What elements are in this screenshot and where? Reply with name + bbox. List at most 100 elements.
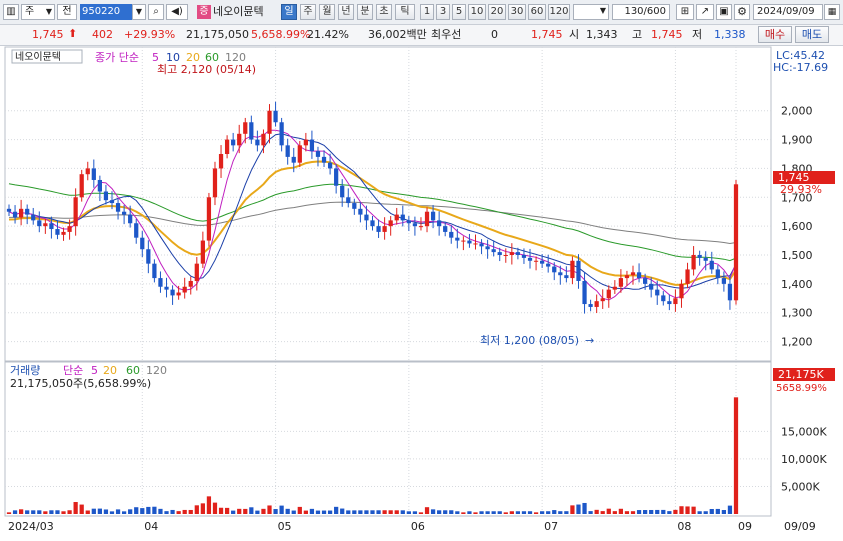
volume-bar [612,511,617,514]
save-icon[interactable]: ▣ [716,4,732,20]
candle-body [491,249,496,253]
volume-bar [424,507,430,514]
candle-body [128,214,133,224]
candle-body [91,168,96,180]
stock-chart[interactable]: 2,0001,9001,8001,7001,6001,5001,4001,300… [0,46,843,541]
date-input[interactable]: 2024/09/09 [753,4,823,20]
volume-bar [709,508,714,514]
volume-bar [703,511,708,514]
volume-bar [691,506,696,514]
candle-body [376,226,381,232]
volume-bar [388,510,393,514]
orderbook-qty: 0 [491,28,498,41]
minute-option-1[interactable]: 1 [420,4,434,20]
volume-bar [346,510,351,514]
volume-last-tag: 21,175K [778,368,824,381]
volume-bar [255,510,260,514]
volume-bar [194,505,199,514]
candle-body [437,220,442,227]
volume-bar [303,510,308,514]
candle-body [497,252,502,255]
candle-body [73,197,78,227]
candle-body [394,214,399,221]
settings-grid-icon[interactable]: ⊞ [676,4,694,20]
candle-body [588,304,593,307]
type-select-value: 주 [25,6,35,17]
prev-label: 전 [62,6,72,17]
candle-body [79,174,84,198]
chart-window-icon[interactable]: ▥ [3,4,19,20]
volume-bar [376,510,381,514]
minute-option-5[interactable]: 5 [452,4,466,20]
minute-option-30[interactable]: 30 [508,4,526,20]
candle-body [243,122,248,134]
open-price: 1,343 [586,28,618,41]
candle-body [103,191,109,201]
chart-stock-name: 네오이뮨텍 [15,51,61,63]
period-minute-button[interactable]: 분 [357,4,373,20]
speaker-icon[interactable]: ◀) [166,4,188,20]
period-day-button[interactable]: 일 [281,4,297,20]
volume-bar [358,510,363,514]
period-month-button[interactable]: 월 [319,4,335,20]
candle-body [115,203,121,212]
volume-bar [97,508,102,514]
candle-body [146,249,151,264]
volume-bar [297,506,302,514]
volume-bar [73,502,78,514]
calendar-icon[interactable]: ▦ [824,4,840,20]
minute-option-3[interactable]: 3 [436,4,450,20]
volume-bar [55,510,60,514]
candle-body [358,208,363,215]
volume-bar [406,511,411,514]
volume-bar [630,511,636,514]
period-year-button[interactable]: 년 [338,4,354,20]
sell-button[interactable]: 매도 [795,26,829,43]
minute-option-60[interactable]: 60 [528,4,546,20]
minute-option-120[interactable]: 120 [548,4,570,20]
volume-bar [727,505,733,514]
candle-body [109,200,115,204]
minute-option-10[interactable]: 10 [468,4,486,20]
draw-tool-icon[interactable]: ↗ [696,4,714,20]
candle-body [61,231,66,235]
period-tick-button[interactable]: 틱 [395,4,415,20]
interval-select[interactable]: ▼ [573,4,609,20]
candle-body [285,145,290,157]
prev-select[interactable]: 전 [57,4,77,20]
stock-code-input[interactable]: 950220 [80,4,132,20]
candle-body [212,168,218,198]
buy-button[interactable]: 매수 [758,26,792,43]
minute-option-20[interactable]: 20 [488,4,506,20]
volume-bar [237,508,242,514]
candle-body [134,223,139,238]
candle-body [630,272,636,276]
gear-icon[interactable]: ⚙ [734,4,750,20]
candle-body [661,295,666,302]
candle-body [636,272,642,279]
volume-bar [564,511,569,514]
volume-bar [412,511,418,514]
candle-body [231,139,236,146]
low-label: 저 [692,28,703,41]
volume-bar [121,511,127,514]
period-second-button[interactable]: 초 [376,4,392,20]
candle-body [388,220,393,227]
candle-body [594,301,599,307]
volume-bar [43,511,48,514]
search-icon[interactable]: ⌕ [148,4,164,20]
count-input[interactable]: 130/600 [612,4,670,20]
period-week-button[interactable]: 주 [300,4,316,20]
volume-ma-5: 5 [91,364,98,377]
volume-bar [461,512,466,514]
chevron-down-icon: ▼ [599,6,606,15]
volume-bar [140,508,145,514]
code-dropdown-button[interactable]: ▼ [132,4,146,20]
volume-bar [206,496,212,514]
type-select[interactable]: 주 ▼ [21,4,55,20]
candle-body [206,197,212,241]
volume-bar [636,510,642,514]
x-tick-label: 04 [144,520,158,533]
volume-bar [340,508,345,514]
candle-body [503,255,508,256]
